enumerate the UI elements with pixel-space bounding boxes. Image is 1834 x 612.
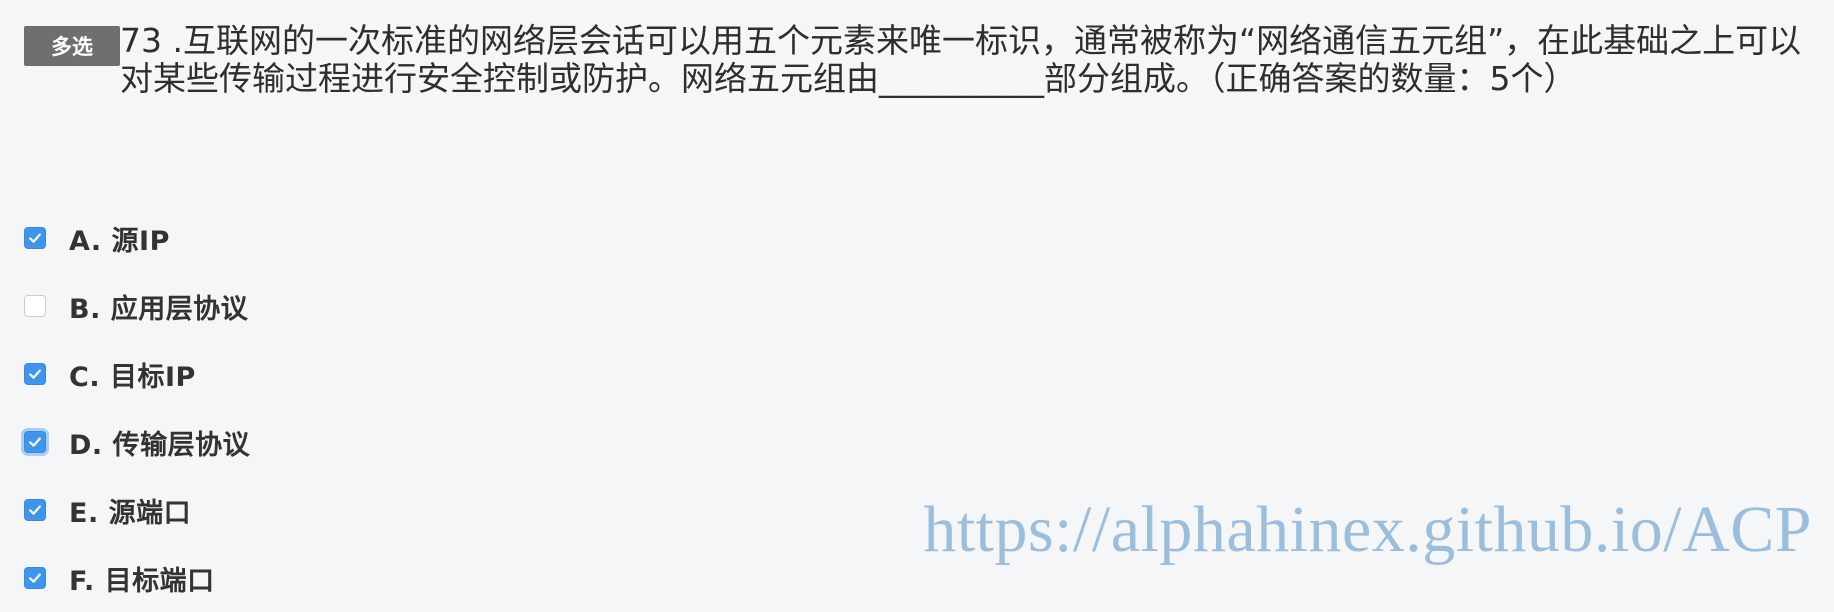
option-a[interactable]: A. 源IP xyxy=(24,204,250,272)
option-f-label: F. 目标端口 xyxy=(69,565,215,597)
check-icon xyxy=(29,233,41,243)
option-e-label: E. 源端口 xyxy=(69,497,192,529)
option-f-checkbox[interactable] xyxy=(24,567,46,589)
option-b-checkbox[interactable] xyxy=(24,295,46,317)
option-e-checkbox[interactable] xyxy=(24,499,46,521)
question-type-tag: 多选 xyxy=(24,26,120,66)
option-d-checkbox[interactable] xyxy=(24,431,46,453)
option-c[interactable]: C. 目标IP xyxy=(24,340,250,408)
option-c-label: C. 目标IP xyxy=(69,361,196,393)
option-e[interactable]: E. 源端口 xyxy=(24,476,250,544)
check-icon xyxy=(29,369,41,379)
option-c-checkbox[interactable] xyxy=(24,363,46,385)
question-stem: 73 .互联网的一次标准的网络层会话可以用五个元素来唯一标识，通常被称为“网络通… xyxy=(120,21,1802,98)
check-icon xyxy=(29,573,41,583)
watermark-url: https://alphahinex.github.io/ACP xyxy=(923,493,1812,566)
option-b-label: B. 应用层协议 xyxy=(69,293,249,325)
option-d-label: D. 传输层协议 xyxy=(69,429,251,461)
option-f[interactable]: F. 目标端口 xyxy=(24,544,250,612)
check-icon xyxy=(29,505,41,515)
option-a-checkbox[interactable] xyxy=(24,227,46,249)
options-list: A. 源IP B. 应用层协议 C. 目标IP D. 传输层协议 E. 源端口 … xyxy=(24,204,250,612)
option-d[interactable]: D. 传输层协议 xyxy=(24,408,250,476)
option-a-label: A. 源IP xyxy=(69,225,170,257)
option-b[interactable]: B. 应用层协议 xyxy=(24,272,250,340)
check-icon xyxy=(29,437,41,447)
